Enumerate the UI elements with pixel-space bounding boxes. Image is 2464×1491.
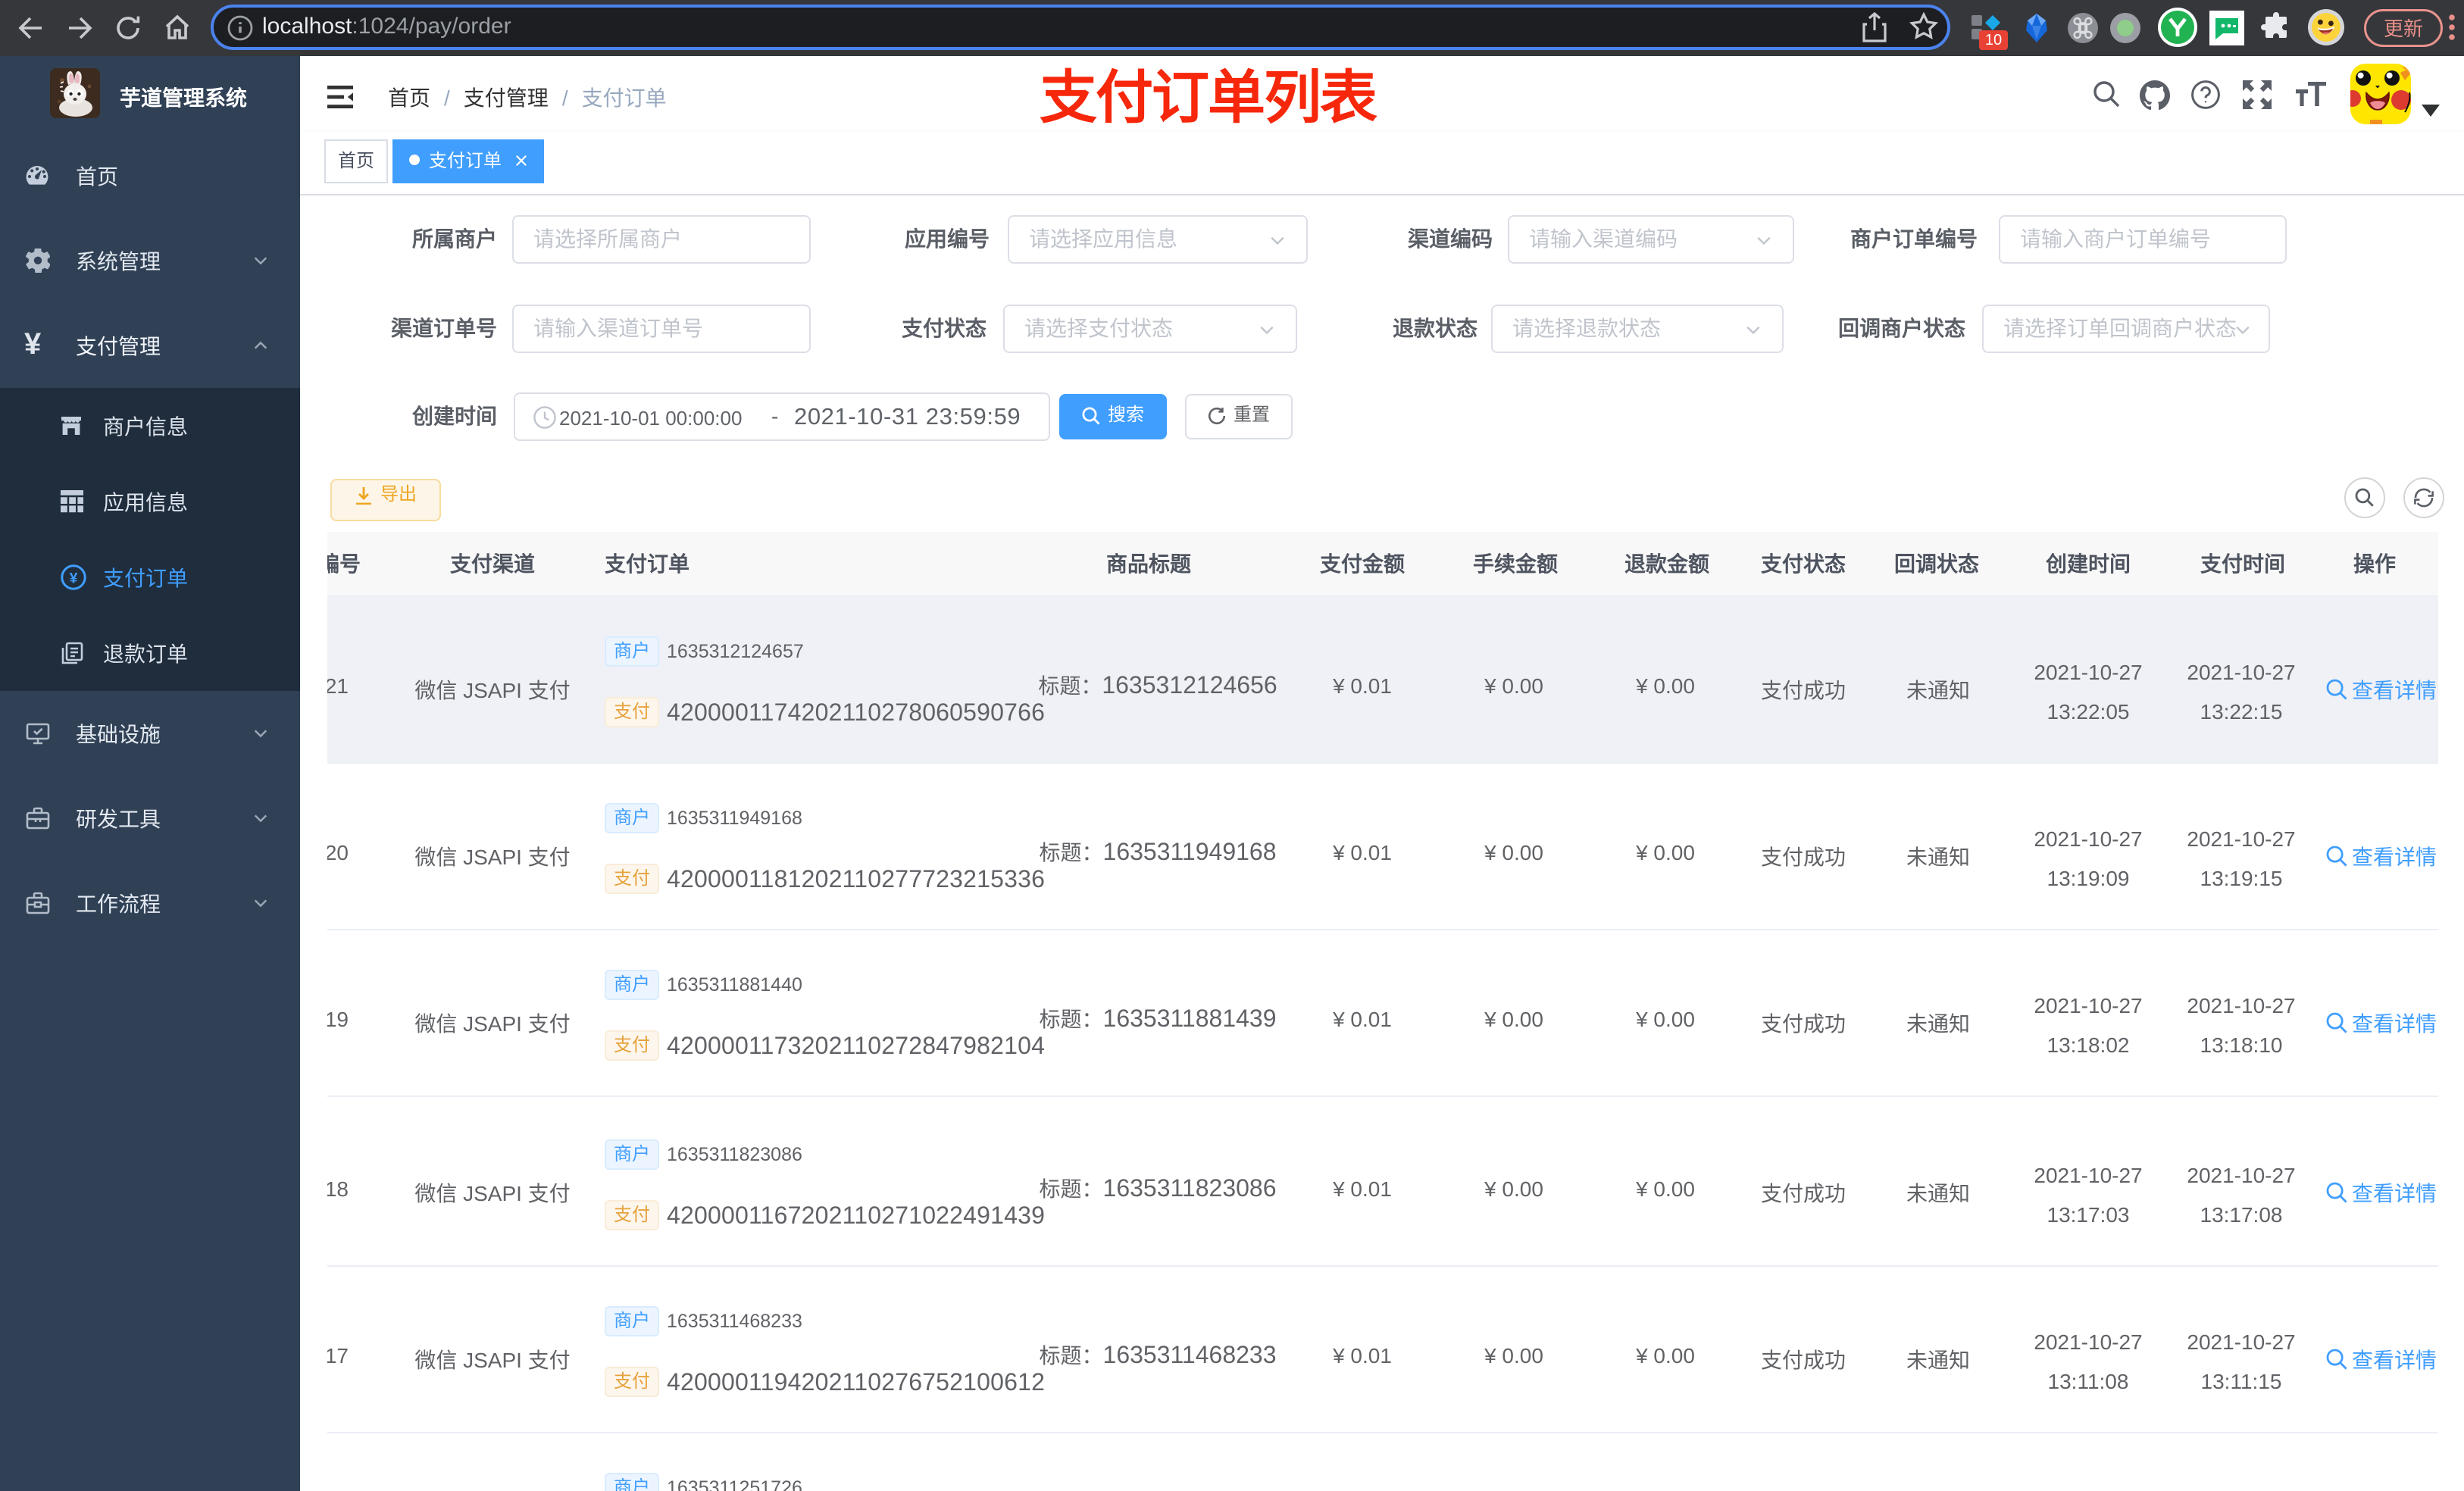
svg-text:¥: ¥ <box>70 570 78 586</box>
